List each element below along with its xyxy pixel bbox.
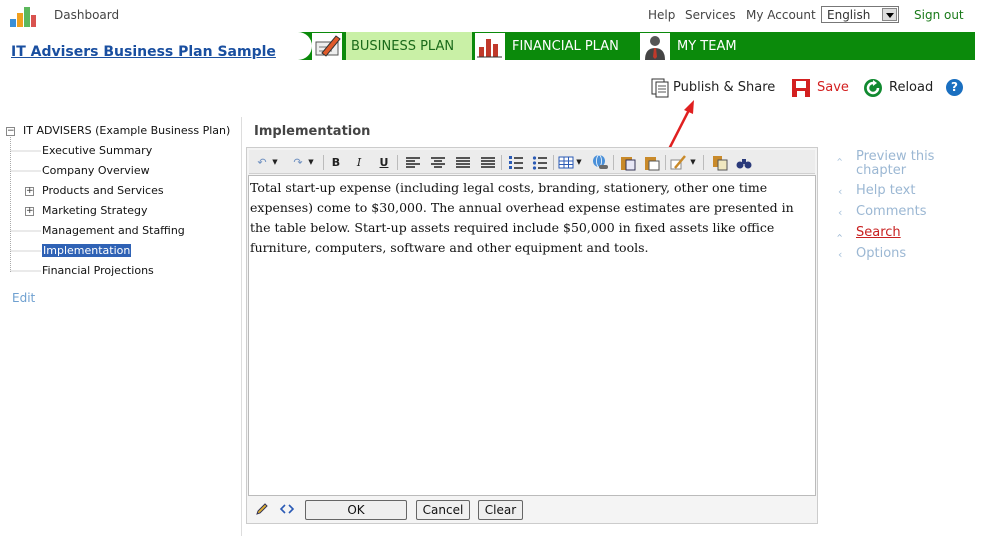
nav-cap bbox=[278, 32, 312, 60]
help-icon[interactable]: ? bbox=[946, 79, 963, 96]
align-right-icon[interactable] bbox=[454, 154, 472, 171]
pencil-paper-icon bbox=[312, 33, 342, 61]
chevron-left-icon: ‹ bbox=[838, 185, 843, 198]
body-text-area[interactable]: Total start-up expense (including legal … bbox=[248, 175, 816, 496]
align-left-icon[interactable] bbox=[404, 154, 422, 171]
tree-item-products-services[interactable]: Products and Services bbox=[42, 184, 164, 197]
language-value: English bbox=[827, 8, 871, 22]
toolbar-separator bbox=[323, 155, 324, 170]
toolbar-separator bbox=[665, 155, 666, 170]
rich-text-editor: ↶ ▼ ↷ ▼ B I U ▼ ▼ Total start-up expense… bbox=[246, 147, 818, 524]
toolbar-separator bbox=[397, 155, 398, 170]
reload-label: Reload bbox=[889, 80, 934, 95]
tree-item-financial-projections[interactable]: Financial Projections bbox=[42, 264, 154, 277]
tab-business-plan[interactable]: BUSINESS PLAN bbox=[346, 32, 472, 60]
publish-share-button[interactable]: Publish & Share bbox=[650, 78, 775, 98]
clean-dropdown-icon[interactable]: ▼ bbox=[689, 154, 697, 171]
copy-icon[interactable] bbox=[711, 154, 729, 171]
my-account-link[interactable]: My Account bbox=[746, 8, 816, 22]
save-label: Save bbox=[817, 80, 849, 95]
chevron-left-icon: ‹ bbox=[838, 248, 843, 261]
bold-button[interactable]: B bbox=[327, 154, 345, 171]
undo-dropdown-icon[interactable]: ▼ bbox=[271, 154, 279, 171]
redo-dropdown-icon[interactable]: ▼ bbox=[307, 154, 315, 171]
help-link[interactable]: Help bbox=[648, 8, 675, 22]
edit-link[interactable]: Edit bbox=[12, 291, 35, 305]
link-icon[interactable] bbox=[591, 154, 609, 171]
toolbar-separator bbox=[703, 155, 704, 170]
html-source-icon[interactable] bbox=[279, 502, 295, 516]
plan-title-link[interactable]: IT Advisers Business Plan Sample bbox=[11, 44, 276, 60]
paste-word-icon[interactable] bbox=[619, 154, 637, 171]
document-icon bbox=[651, 78, 669, 98]
ok-button[interactable]: OK bbox=[305, 500, 407, 520]
table-dropdown-icon[interactable]: ▼ bbox=[575, 154, 583, 171]
chevron-up-icon: ‹ bbox=[833, 157, 847, 162]
expand-icon[interactable]: + bbox=[25, 207, 34, 216]
clean-format-icon[interactable] bbox=[669, 154, 687, 171]
expand-icon[interactable]: + bbox=[25, 187, 34, 196]
dashboard-link[interactable]: Dashboard bbox=[54, 8, 119, 22]
tree-item-company-overview[interactable]: Company Overview bbox=[42, 164, 150, 177]
chevron-up-icon: ‹ bbox=[833, 233, 847, 238]
toolbar-separator bbox=[613, 155, 614, 170]
reload-icon bbox=[864, 79, 882, 97]
collapse-icon[interactable]: − bbox=[6, 127, 15, 136]
redo-icon[interactable]: ↷ bbox=[289, 154, 307, 171]
align-justify-icon[interactable] bbox=[479, 154, 497, 171]
toolbar-separator bbox=[501, 155, 502, 170]
person-icon bbox=[640, 33, 670, 61]
find-binoculars-icon[interactable] bbox=[735, 154, 753, 171]
bar-chart-icon bbox=[475, 33, 505, 61]
chapter-sidebar: − IT ADVISERS (Example Business Plan) Ex… bbox=[0, 117, 242, 536]
app-logo-icon[interactable] bbox=[8, 3, 38, 29]
top-bar: Dashboard Help Services My Account Engli… bbox=[0, 0, 988, 30]
save-button[interactable]: Save bbox=[791, 78, 851, 98]
undo-icon[interactable]: ↶ bbox=[253, 154, 271, 171]
paste-icon[interactable] bbox=[643, 154, 661, 171]
chevron-down-icon bbox=[882, 8, 897, 21]
numbered-list-icon[interactable] bbox=[507, 154, 525, 171]
underline-button[interactable]: U bbox=[375, 154, 393, 171]
pencil-edit-icon[interactable] bbox=[255, 502, 269, 516]
table-icon[interactable] bbox=[557, 154, 575, 171]
chevron-left-icon: ‹ bbox=[838, 206, 843, 219]
editor-toolbar: ↶ ▼ ↷ ▼ B I U ▼ ▼ bbox=[249, 150, 815, 174]
tree-item-marketing-strategy[interactable]: Marketing Strategy bbox=[42, 204, 147, 217]
tree-item-management-staffing[interactable]: Management and Staffing bbox=[42, 224, 185, 237]
editor-button-row: OK Cancel Clear bbox=[247, 497, 817, 523]
publish-share-label: Publish & Share bbox=[673, 80, 776, 95]
save-icon bbox=[792, 79, 810, 97]
sign-out-link[interactable]: Sign out bbox=[914, 8, 964, 22]
tree-item-implementation[interactable]: Implementation bbox=[42, 244, 132, 257]
tab-my-team[interactable]: MY TEAM bbox=[672, 32, 975, 60]
tab-financial-plan[interactable]: FINANCIAL PLAN bbox=[507, 32, 635, 60]
bullet-list-icon[interactable] bbox=[531, 154, 549, 171]
toolbar-separator bbox=[553, 155, 554, 170]
tree-root[interactable]: IT ADVISERS (Example Business Plan) bbox=[23, 124, 230, 137]
cancel-button[interactable]: Cancel bbox=[416, 500, 470, 520]
clear-button[interactable]: Clear bbox=[478, 500, 523, 520]
align-center-icon[interactable] bbox=[429, 154, 447, 171]
chapter-title: Implementation bbox=[254, 124, 371, 139]
language-select[interactable]: English bbox=[821, 6, 899, 23]
services-link[interactable]: Services bbox=[685, 8, 736, 22]
reload-button[interactable]: Reload bbox=[863, 78, 935, 98]
tree-item-executive-summary[interactable]: Executive Summary bbox=[42, 144, 152, 157]
italic-button[interactable]: I bbox=[350, 154, 368, 171]
